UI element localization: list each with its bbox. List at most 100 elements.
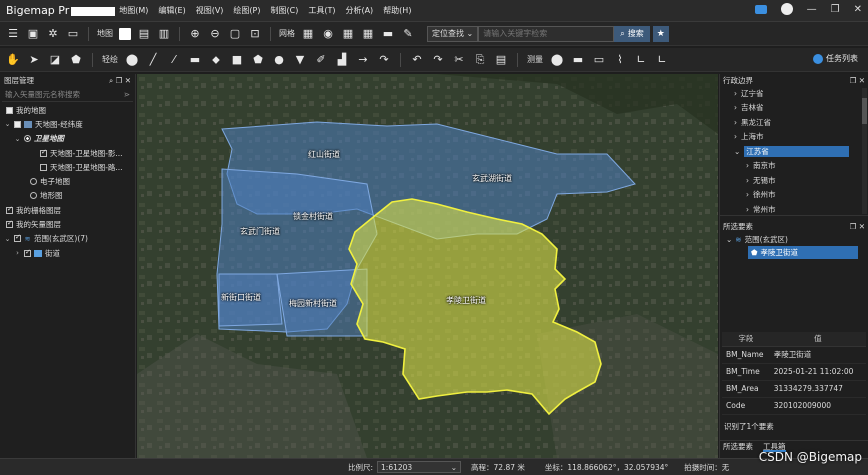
checkbox[interactable] (24, 248, 31, 257)
globe-icon[interactable]: ◉ (321, 27, 335, 41)
tree-satellite-image[interactable]: 天地图-卫星地图-影... (0, 146, 135, 160)
cut-icon[interactable]: ✂ (452, 53, 466, 67)
edit-line-icon[interactable]: ✐ (314, 53, 328, 67)
measure-label[interactable]: 测量 (527, 54, 543, 65)
restore-icon[interactable]: ❐ (831, 4, 840, 15)
admin-item[interactable]: › 上海市 (720, 130, 868, 145)
admin-item[interactable]: › 无锡市 (720, 173, 868, 188)
avatar[interactable] (780, 3, 793, 15)
favorite-star-icon[interactable]: ★ (652, 25, 669, 42)
tree-raster-layers[interactable]: 我的栅格图层 (0, 203, 135, 217)
chevron-down-icon[interactable]: ⌄ (14, 135, 21, 143)
curve-arrow-icon[interactable]: ↷ (377, 53, 391, 67)
pentagon-icon[interactable]: ⬟ (251, 53, 265, 67)
selected-range-row[interactable]: ⌄ ≋ 范围(玄武区) (720, 232, 868, 246)
menu-help[interactable]: 帮助(H) (383, 5, 411, 16)
search-type-select[interactable]: 定位查找 ⌄ (427, 25, 479, 42)
select-shape-icon[interactable]: ⬟ (69, 53, 83, 67)
layers-icon[interactable]: ☰ (6, 27, 20, 41)
map-label[interactable]: 地图 (97, 28, 113, 39)
extrude-icon[interactable]: ▟ (335, 53, 349, 67)
task-list-button[interactable]: 任务列表 (813, 53, 858, 64)
admin-item[interactable]: › 徐州市 (720, 188, 868, 203)
menu-map[interactable]: 地图(M) (119, 5, 148, 16)
measure-height-icon[interactable]: ∟ (655, 53, 669, 67)
checkbox[interactable] (6, 205, 13, 214)
tree-satellite[interactable]: ⌄ 卫星地图 (0, 132, 135, 146)
fullscreen-icon[interactable]: ▢ (228, 27, 242, 41)
rectangle-icon[interactable]: ▬ (188, 53, 202, 67)
brush-icon[interactable]: ✎ (401, 27, 415, 41)
checkbox[interactable] (6, 106, 13, 114)
checkbox[interactable] (40, 163, 47, 171)
measure-area-icon[interactable]: ▭ (592, 53, 606, 67)
checkbox[interactable] (40, 148, 47, 157)
admin-item[interactable]: › 常州市 (720, 202, 868, 215)
table-row[interactable]: BM_Area 31334279.337747 (722, 380, 866, 398)
chevron-right-icon[interactable]: › (14, 249, 21, 257)
scroll-thumb[interactable] (862, 98, 867, 124)
minimize-icon[interactable]: — (807, 4, 817, 15)
grid-icon[interactable]: ▦ (301, 27, 315, 41)
search-input[interactable] (478, 25, 615, 42)
radio[interactable] (30, 192, 37, 200)
grid-label[interactable]: 网格 (279, 28, 295, 39)
marker-icon[interactable]: ⬤ (125, 53, 139, 67)
scale-select[interactable]: 1:61203 ⌄ (377, 461, 462, 473)
tree-streets[interactable]: › 街道 (0, 246, 135, 260)
chevron-down-icon[interactable]: ⌄ (4, 235, 11, 243)
menu-view[interactable]: 视图(V) (196, 5, 224, 16)
measure-distance-icon[interactable]: ▬ (571, 53, 585, 67)
square-icon[interactable]: ■ (230, 53, 244, 67)
search-button[interactable]: ⌕ 搜索 (614, 25, 650, 42)
settings-icon[interactable]: ✲ (46, 27, 60, 41)
admin-item[interactable]: › 吉林省 (720, 101, 868, 116)
layer-search-field[interactable]: 输入矢量图元名称搜索 ⋗ (2, 88, 133, 102)
admin-item-jiangsu[interactable]: ⌄ 江苏省 (720, 144, 868, 159)
map-style-icon[interactable]: ▤ (137, 27, 151, 41)
radio[interactable] (30, 178, 37, 186)
download-icon[interactable]: ▣ (26, 27, 40, 41)
measure-point-icon[interactable]: ⬤ (550, 53, 564, 67)
panel-header-icons[interactable]: ❐ ✕ (850, 76, 865, 85)
folder-icon[interactable]: ▬ (381, 27, 395, 41)
screen-icon[interactable]: ▭ (66, 27, 80, 41)
admin-item[interactable]: › 黑龙江省 (720, 115, 868, 130)
admin-item[interactable]: › 南京市 (720, 159, 868, 174)
tree-electronic-map[interactable]: 电子地图 (0, 174, 135, 188)
redo-icon[interactable]: ↷ (431, 53, 445, 67)
tree-terrain-map[interactable]: 地形图 (0, 189, 135, 203)
measure-angle-icon[interactable]: ∟ (634, 53, 648, 67)
radio[interactable] (24, 135, 31, 143)
tree-my-map[interactable]: 我的地图 (0, 103, 135, 117)
tree-range-xuanwu[interactable]: ⌄ ≋ 范围(玄武区)(7) (0, 232, 135, 246)
tag-icon[interactable]: ⬥ (209, 53, 223, 67)
map-style-2-icon[interactable]: ▥ (157, 27, 171, 41)
tree-tianditu[interactable]: ⌄ 天地图-经纬度 (0, 117, 135, 131)
measure-path-icon[interactable]: ⌇ (613, 53, 627, 67)
admin-item[interactable]: › 辽宁省 (720, 86, 868, 101)
zoom-extent-icon[interactable]: ⊡ (248, 27, 262, 41)
selected-feature-item[interactable]: ⬟ 孝陵卫街道 (748, 246, 858, 259)
menu-edit[interactable]: 编辑(E) (158, 5, 185, 16)
polyline-icon[interactable]: ╱ (146, 53, 160, 67)
panel-header-icons[interactable]: ❐ ✕ (850, 222, 865, 231)
pan-hand-icon[interactable]: ✋ (6, 53, 20, 67)
table-row[interactable]: Code 320102009000 (722, 397, 866, 415)
line-icon[interactable]: ⁄ (167, 53, 181, 67)
collapse-icon[interactable]: ⋗ (124, 90, 130, 99)
copy-icon[interactable]: ⎘ (473, 53, 487, 67)
select-box-icon[interactable]: ◪ (48, 53, 62, 67)
checkbox[interactable] (6, 219, 13, 229)
tree-vector-layers[interactable]: 我的矢量图层 (0, 217, 135, 231)
zoom-out-icon[interactable]: ⊖ (208, 27, 222, 41)
undo-icon[interactable]: ↶ (410, 53, 424, 67)
close-icon[interactable]: ✕ (854, 4, 862, 15)
paste-icon[interactable]: ▤ (494, 53, 508, 67)
menu-cartography[interactable]: 制图(C) (271, 5, 299, 16)
chevron-down-icon[interactable]: ⌄ (4, 120, 11, 128)
zoom-in-icon[interactable]: ⊕ (188, 27, 202, 41)
select-arrow-icon[interactable]: ➤ (27, 53, 41, 67)
table-row[interactable]: BM_Time 2025-01-21 11:02:00 (722, 363, 866, 381)
menu-tools[interactable]: 工具(T) (308, 5, 335, 16)
